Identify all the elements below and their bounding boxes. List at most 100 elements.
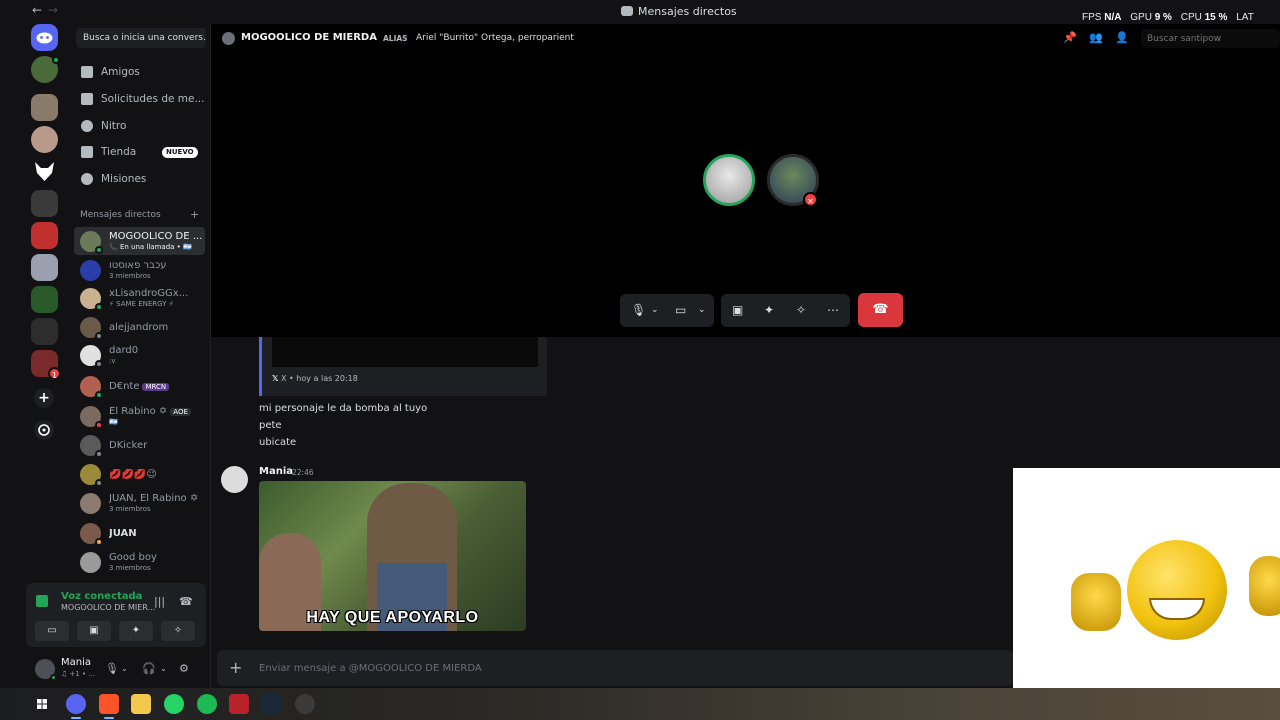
noise-suppression-icon[interactable]: ||| <box>154 595 165 608</box>
dm-item[interactable]: xLisandroGGx... ⚡ SAME ENERGY ⚡ <box>74 284 205 312</box>
chevron-down-icon[interactable]: ⌄ <box>651 305 659 315</box>
recipient-name[interactable]: MOGOOLICO DE MIERDA <box>241 32 377 43</box>
create-dm-button[interactable]: + <box>190 208 199 221</box>
friends-icon <box>81 66 93 78</box>
dm-item[interactable]: alejjandrom <box>74 313 205 341</box>
add-friends-icon[interactable]: 👥 <box>1089 31 1103 44</box>
server-icon[interactable] <box>31 286 58 313</box>
fps-label: FPS <box>1082 12 1102 23</box>
dm-subtitle: 3 miembros <box>109 272 151 280</box>
microphone-icon[interactable]: 🎙 <box>105 662 119 675</box>
nav-message-requests[interactable]: Solicitudes de me... <box>76 88 206 110</box>
taskbar-whatsapp-icon[interactable] <box>164 694 184 714</box>
gif-attachment[interactable]: HAY QUE APOYARLO <box>259 481 526 631</box>
message-author[interactable]: Mania <box>259 466 293 477</box>
server-icon[interactable] <box>31 254 58 281</box>
windows-start-button[interactable] <box>32 694 52 714</box>
dm-subtitle: 📞 En una llamada • 🇦🇷 <box>109 243 192 251</box>
dm-subtitle: 3 miembros <box>109 505 151 513</box>
nav-nitro[interactable]: Nitro <box>76 115 206 137</box>
status-indicator <box>95 479 103 487</box>
dm-subtitle: 🇦🇷 <box>109 418 118 426</box>
activities-button[interactable]: ✦ <box>119 621 153 641</box>
disconnect-icon[interactable]: ☎ <box>179 595 193 608</box>
signal-icon[interactable] <box>36 595 48 607</box>
dm-item[interactable]: El Rabino ✡ AOE 🇦🇷 <box>74 402 205 430</box>
dm-item[interactable]: 💋💋💋😉 <box>74 460 205 488</box>
server-icon[interactable] <box>31 56 60 83</box>
server-icon[interactable] <box>31 126 58 153</box>
soundboard-button[interactable]: ✧ <box>796 303 806 317</box>
taskbar-brave-icon[interactable] <box>99 694 119 719</box>
dm-item[interactable]: MOGOOLICO DE ... 📞 En una llamada • 🇦🇷 <box>74 227 205 255</box>
dm-item[interactable]: dard0 :v <box>74 341 205 369</box>
explore-button[interactable] <box>34 420 54 440</box>
message-input[interactable] <box>259 658 959 678</box>
status-indicator <box>95 421 103 429</box>
headphones-icon[interactable]: 🎧 <box>142 662 156 675</box>
taskbar-voicemod-icon[interactable] <box>229 694 249 714</box>
back-button[interactable]: ← <box>32 3 42 17</box>
dm-item[interactable]: Good boy 3 miembros <box>74 548 205 576</box>
user-profile-icon[interactable]: 👤 <box>1115 31 1129 44</box>
more-options-button[interactable]: ⋯ <box>827 303 839 317</box>
activities-button[interactable]: ✦ <box>764 303 774 317</box>
server-icon[interactable] <box>31 318 58 345</box>
voice-connected-panel: Voz conectada MOGOOLICO DE MIER... ||| ☎… <box>26 583 206 647</box>
window-title: Mensajes directos <box>638 5 737 18</box>
home-button[interactable] <box>31 24 58 51</box>
screen-share-button[interactable]: ▣ <box>732 303 743 317</box>
embed-media[interactable] <box>272 337 538 367</box>
search-input[interactable] <box>1141 29 1280 48</box>
soundboard-button[interactable]: ✧ <box>161 621 195 641</box>
nav-quests[interactable]: Misiones <box>76 168 206 190</box>
conversation-search-button[interactable]: Busca o inicia una convers... <box>76 28 206 48</box>
taskbar-app-icon[interactable] <box>295 694 315 714</box>
laughing-emoji-icon <box>1127 540 1227 640</box>
taskbar-steam-icon[interactable] <box>261 694 281 714</box>
server-icon[interactable] <box>31 94 58 121</box>
voice-channel[interactable]: MOGOOLICO DE MIER... <box>61 603 155 612</box>
forward-button[interactable]: → <box>48 3 58 17</box>
camera-off-button[interactable]: ▭ <box>675 303 686 317</box>
server-icon[interactable] <box>31 190 58 217</box>
server-icon[interactable] <box>31 158 58 185</box>
chevron-down-icon[interactable]: ⌄ <box>698 305 706 315</box>
voice-status[interactable]: Voz conectada <box>61 591 142 602</box>
server-icon[interactable]: 1 <box>31 350 61 380</box>
user-name[interactable]: Mania <box>61 657 91 668</box>
author-avatar[interactable] <box>221 466 248 493</box>
pin-icon[interactable]: 📌 <box>1063 31 1077 44</box>
microphone-button[interactable]: 🎙 <box>631 303 646 317</box>
message-text: pete <box>259 420 282 431</box>
dm-item[interactable]: JUAN, El Rabino ✡ 3 miembros <box>74 489 205 517</box>
taskbar-discord-icon[interactable] <box>66 694 86 719</box>
gear-icon[interactable]: ⚙ <box>179 662 189 675</box>
message-composer: + <box>217 650 1013 686</box>
dm-item[interactable]: עכבר פאוסטו 3 miembros <box>74 256 205 284</box>
recipient-avatar <box>222 32 235 45</box>
nav-friends[interactable]: Amigos <box>76 61 206 83</box>
status-indicator <box>95 360 103 368</box>
chevron-down-icon[interactable]: ⌄ <box>160 664 167 673</box>
link-embed[interactable]: 𝕏 X • hoy a las 20:18 <box>259 337 547 396</box>
participant-avatar[interactable] <box>703 154 755 206</box>
screen-share-button[interactable]: ▣ <box>77 621 111 641</box>
server-icon[interactable] <box>31 222 58 249</box>
dm-subtitle: ⚡ SAME ENERGY ⚡ <box>109 300 174 308</box>
camera-button[interactable]: ▭ <box>35 621 69 641</box>
dm-item[interactable]: JUAN <box>74 519 205 547</box>
avatar <box>80 552 101 573</box>
taskbar-spotify-icon[interactable] <box>197 694 217 714</box>
new-badge: NUEVO <box>162 147 198 158</box>
taskbar-file-explorer-icon[interactable] <box>131 694 151 714</box>
disconnect-call-button[interactable]: ☎ <box>858 293 903 327</box>
add-server-button[interactable]: + <box>34 388 54 408</box>
chevron-down-icon[interactable]: ⌄ <box>121 664 128 673</box>
compass-icon <box>38 424 50 436</box>
attach-button[interactable]: + <box>229 658 242 677</box>
dm-item[interactable]: DKicker <box>74 431 205 459</box>
dm-item[interactable]: D€nte MRCN <box>74 372 205 400</box>
audio-controls: 🎙 ⌄ ▭ ⌄ <box>620 294 714 327</box>
nav-shop[interactable]: Tienda NUEVO <box>76 141 206 163</box>
